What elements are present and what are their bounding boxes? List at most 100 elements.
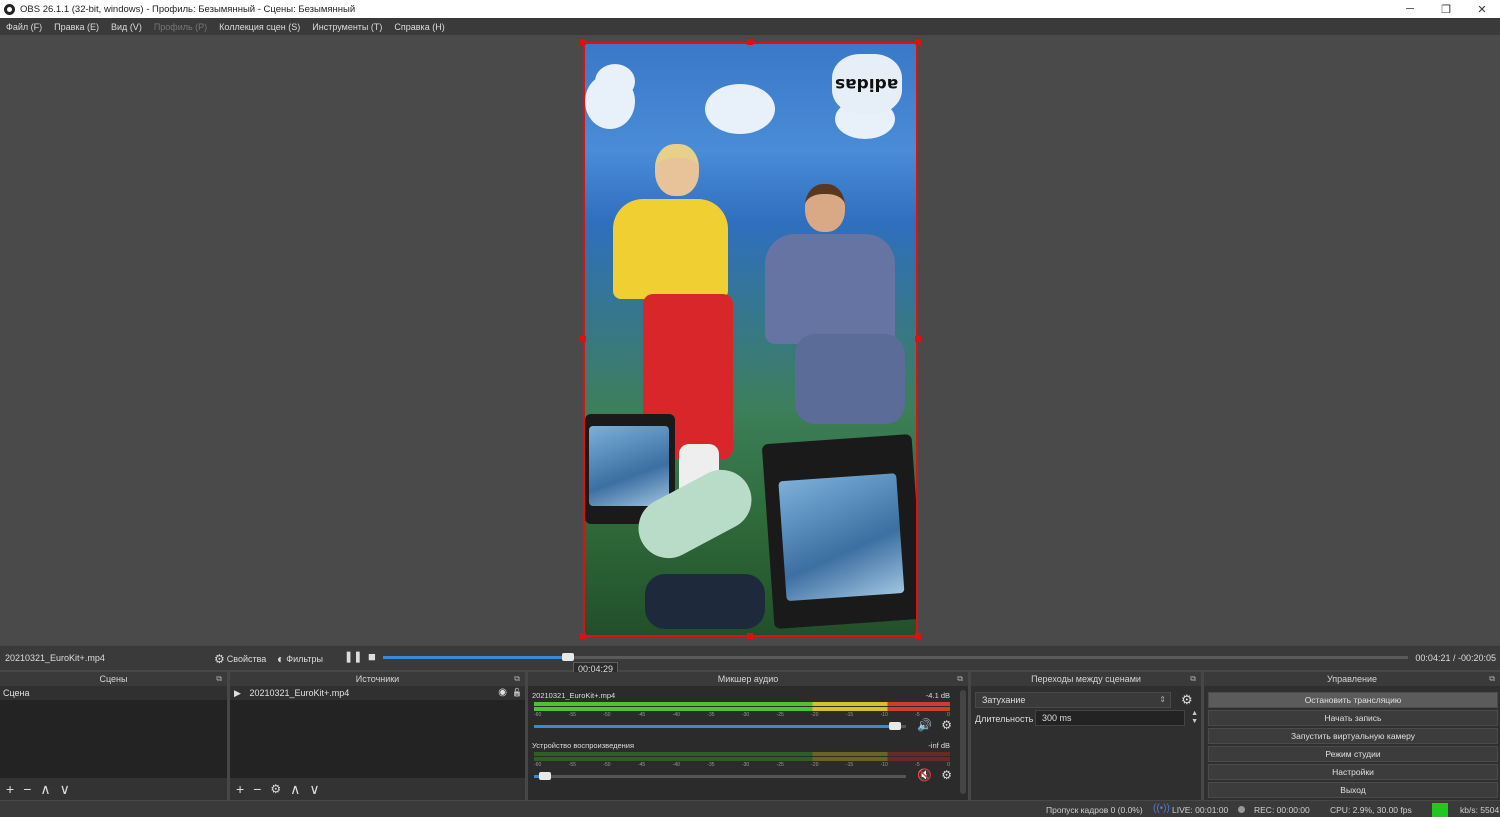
mixer-scrollbar[interactable] xyxy=(960,690,966,794)
gear-icon[interactable]: ⚙ xyxy=(941,768,952,782)
stop-button[interactable]: ■ xyxy=(368,649,376,664)
menu-file[interactable]: Файл (F) xyxy=(6,22,42,32)
dock-popout-icon[interactable]: ⧉ xyxy=(1489,672,1495,686)
preview-area[interactable]: adidas xyxy=(0,35,1500,645)
audio-mixer-dock: Микшер аудио ⧉ 20210321_EuroKit+.mp4 -4.… xyxy=(528,672,968,800)
resize-handle[interactable] xyxy=(915,39,921,45)
filters-label: Фильтры xyxy=(286,654,323,664)
duration-input[interactable]: 300 ms ▲ ▼ xyxy=(1035,710,1198,726)
resize-handle[interactable] xyxy=(747,39,753,45)
resize-handle[interactable] xyxy=(915,633,921,639)
play-icon[interactable]: ▶ xyxy=(234,688,241,698)
chevron-updown-icon: ⇕ xyxy=(1159,695,1166,704)
dock-popout-icon[interactable]: ⧉ xyxy=(514,672,520,686)
volume-handle[interactable] xyxy=(888,722,901,730)
pause-button[interactable]: ❚❚ xyxy=(344,650,362,663)
lock-icon[interactable]: 🔓 xyxy=(512,686,522,700)
tv-screen xyxy=(589,426,669,506)
connection-health-indicator xyxy=(1432,803,1448,817)
denim-jacket xyxy=(765,234,895,344)
move-up-button[interactable]: ∧ xyxy=(290,782,300,796)
move-up-button[interactable]: ∧ xyxy=(40,782,50,796)
resize-handle[interactable] xyxy=(580,633,586,639)
eye-icon[interactable]: ◉ xyxy=(498,686,507,700)
controls-header: Управление ⧉ xyxy=(1204,672,1500,686)
menu-tools[interactable]: Инструменты (T) xyxy=(312,22,382,32)
person-right xyxy=(755,184,915,454)
status-bar: Пропуск кадров 0 (0.0%) ((•)) LIVE: 00:0… xyxy=(0,801,1500,817)
audio-meter xyxy=(534,702,950,706)
transitions-header: Переходы между сценами ⧉ xyxy=(971,672,1201,686)
sources-toolbar: + − ⚙ ∧ ∨ xyxy=(230,778,525,800)
dock-popout-icon[interactable]: ⧉ xyxy=(1190,672,1196,686)
volume-slider[interactable] xyxy=(534,722,906,730)
spinner-arrows-icon[interactable]: ▲ ▼ xyxy=(1191,710,1198,726)
remove-source-button[interactable]: − xyxy=(253,782,261,796)
resize-handle[interactable] xyxy=(747,633,753,639)
denim-pants xyxy=(795,334,905,424)
sources-list: ▶ 20210321_EuroKit+.mp4 ◉ 🔓 xyxy=(230,686,525,778)
restore-button[interactable]: ❐ xyxy=(1428,0,1464,18)
dock-popout-icon[interactable]: ⧉ xyxy=(216,672,222,686)
seek-handle[interactable] xyxy=(561,653,574,661)
seek-bar[interactable] xyxy=(383,653,1408,661)
add-source-button[interactable]: + xyxy=(236,782,244,796)
transition-selected: Затухание xyxy=(982,695,1026,705)
menu-scene-collection[interactable]: Коллекция сцен (S) xyxy=(219,22,300,32)
resize-handle[interactable] xyxy=(915,336,921,342)
resize-handle[interactable] xyxy=(580,336,586,342)
live-timer: LIVE: 00:01:00 xyxy=(1172,805,1229,815)
exit-button[interactable]: Выход xyxy=(1208,782,1498,798)
transitions-dock: Переходы между сценами ⧉ Затухание ⇕ ⚙ Д… xyxy=(971,672,1201,800)
studio-mode-button[interactable]: Режим студии xyxy=(1208,746,1498,762)
menu-help[interactable]: Справка (H) xyxy=(394,22,444,32)
controls-title: Управление xyxy=(1326,674,1378,684)
window-title: OBS 26.1.1 (32-bit, windows) - Профиль: … xyxy=(20,3,356,15)
media-source-name: 20210321_EuroKit+.mp4 xyxy=(5,653,105,663)
close-button[interactable]: ✕ xyxy=(1464,0,1500,18)
minimize-button[interactable]: ─ xyxy=(1392,0,1428,18)
scenes-toolbar: + − ∧ ∨ xyxy=(0,778,227,800)
audio-meter xyxy=(534,757,950,761)
move-down-button[interactable]: ∨ xyxy=(60,782,70,796)
gear-icon[interactable]: ⚙ xyxy=(941,718,952,732)
filters-button[interactable]: ◐ Фильтры xyxy=(277,652,323,666)
resize-handle[interactable] xyxy=(580,39,586,45)
gear-icon: ⚙ xyxy=(214,652,225,666)
meter-ticks: -60 -55 -50 -45 -40 -35 -30 -25 -20 -15 -10 -5 0 xyxy=(534,712,950,718)
scene-item[interactable]: Сцена xyxy=(0,686,227,700)
audio-meter xyxy=(534,752,950,756)
volume-slider[interactable] xyxy=(534,772,906,780)
dropped-frames: Пропуск кадров 0 (0.0%) xyxy=(1046,805,1143,815)
menu-view[interactable]: Вид (V) xyxy=(111,22,142,32)
meter-ticks: -60 -55 -50 -45 -40 -35 -30 -25 -20 -15 -10 -5 0 xyxy=(534,762,950,768)
speaker-icon[interactable]: 🔊 xyxy=(917,718,932,732)
move-down-button[interactable]: ∨ xyxy=(309,782,319,796)
start-recording-button[interactable]: Начать запись xyxy=(1208,710,1498,726)
source-item-label: 20210321_EuroKit+.mp4 xyxy=(249,688,350,698)
stop-streaming-button[interactable]: Остановить трансляцию xyxy=(1208,692,1498,708)
source-properties-button[interactable]: ⚙ xyxy=(270,783,281,795)
source-item[interactable]: ▶ 20210321_EuroKit+.mp4 ◉ 🔓 xyxy=(230,686,525,700)
add-scene-button[interactable]: + xyxy=(6,782,14,796)
video-source-preview[interactable]: adidas xyxy=(583,42,918,637)
sources-header: Источники ⧉ xyxy=(230,672,525,686)
window-controls: ─ ❐ ✕ xyxy=(1392,0,1500,18)
remove-scene-button[interactable]: − xyxy=(23,782,31,796)
transition-select[interactable]: Затухание ⇕ xyxy=(975,692,1171,708)
gear-icon[interactable]: ⚙ xyxy=(1181,692,1193,708)
menu-edit[interactable]: Правка (E) xyxy=(54,22,99,32)
cloud-shape xyxy=(595,64,635,99)
volume-handle[interactable] xyxy=(539,772,552,780)
record-dot-icon xyxy=(1238,806,1245,813)
broadcast-icon: ((•)) xyxy=(1153,803,1170,814)
settings-button[interactable]: Настройки xyxy=(1208,764,1498,780)
rec-timer: REC: 00:00:00 xyxy=(1254,805,1310,815)
properties-button[interactable]: ⚙ Свойства xyxy=(214,652,266,666)
menu-profile: Профиль (P) xyxy=(153,21,208,32)
dock-popout-icon[interactable]: ⧉ xyxy=(957,672,963,686)
muted-speaker-icon[interactable]: 🔇 xyxy=(917,768,932,782)
scenes-header: Сцены ⧉ xyxy=(0,672,227,686)
mixer-channel: Устройство воспроизведения -inf dB -60 -5… xyxy=(532,741,954,791)
start-virtual-camera-button[interactable]: Запустить виртуальную камеру xyxy=(1208,728,1498,744)
